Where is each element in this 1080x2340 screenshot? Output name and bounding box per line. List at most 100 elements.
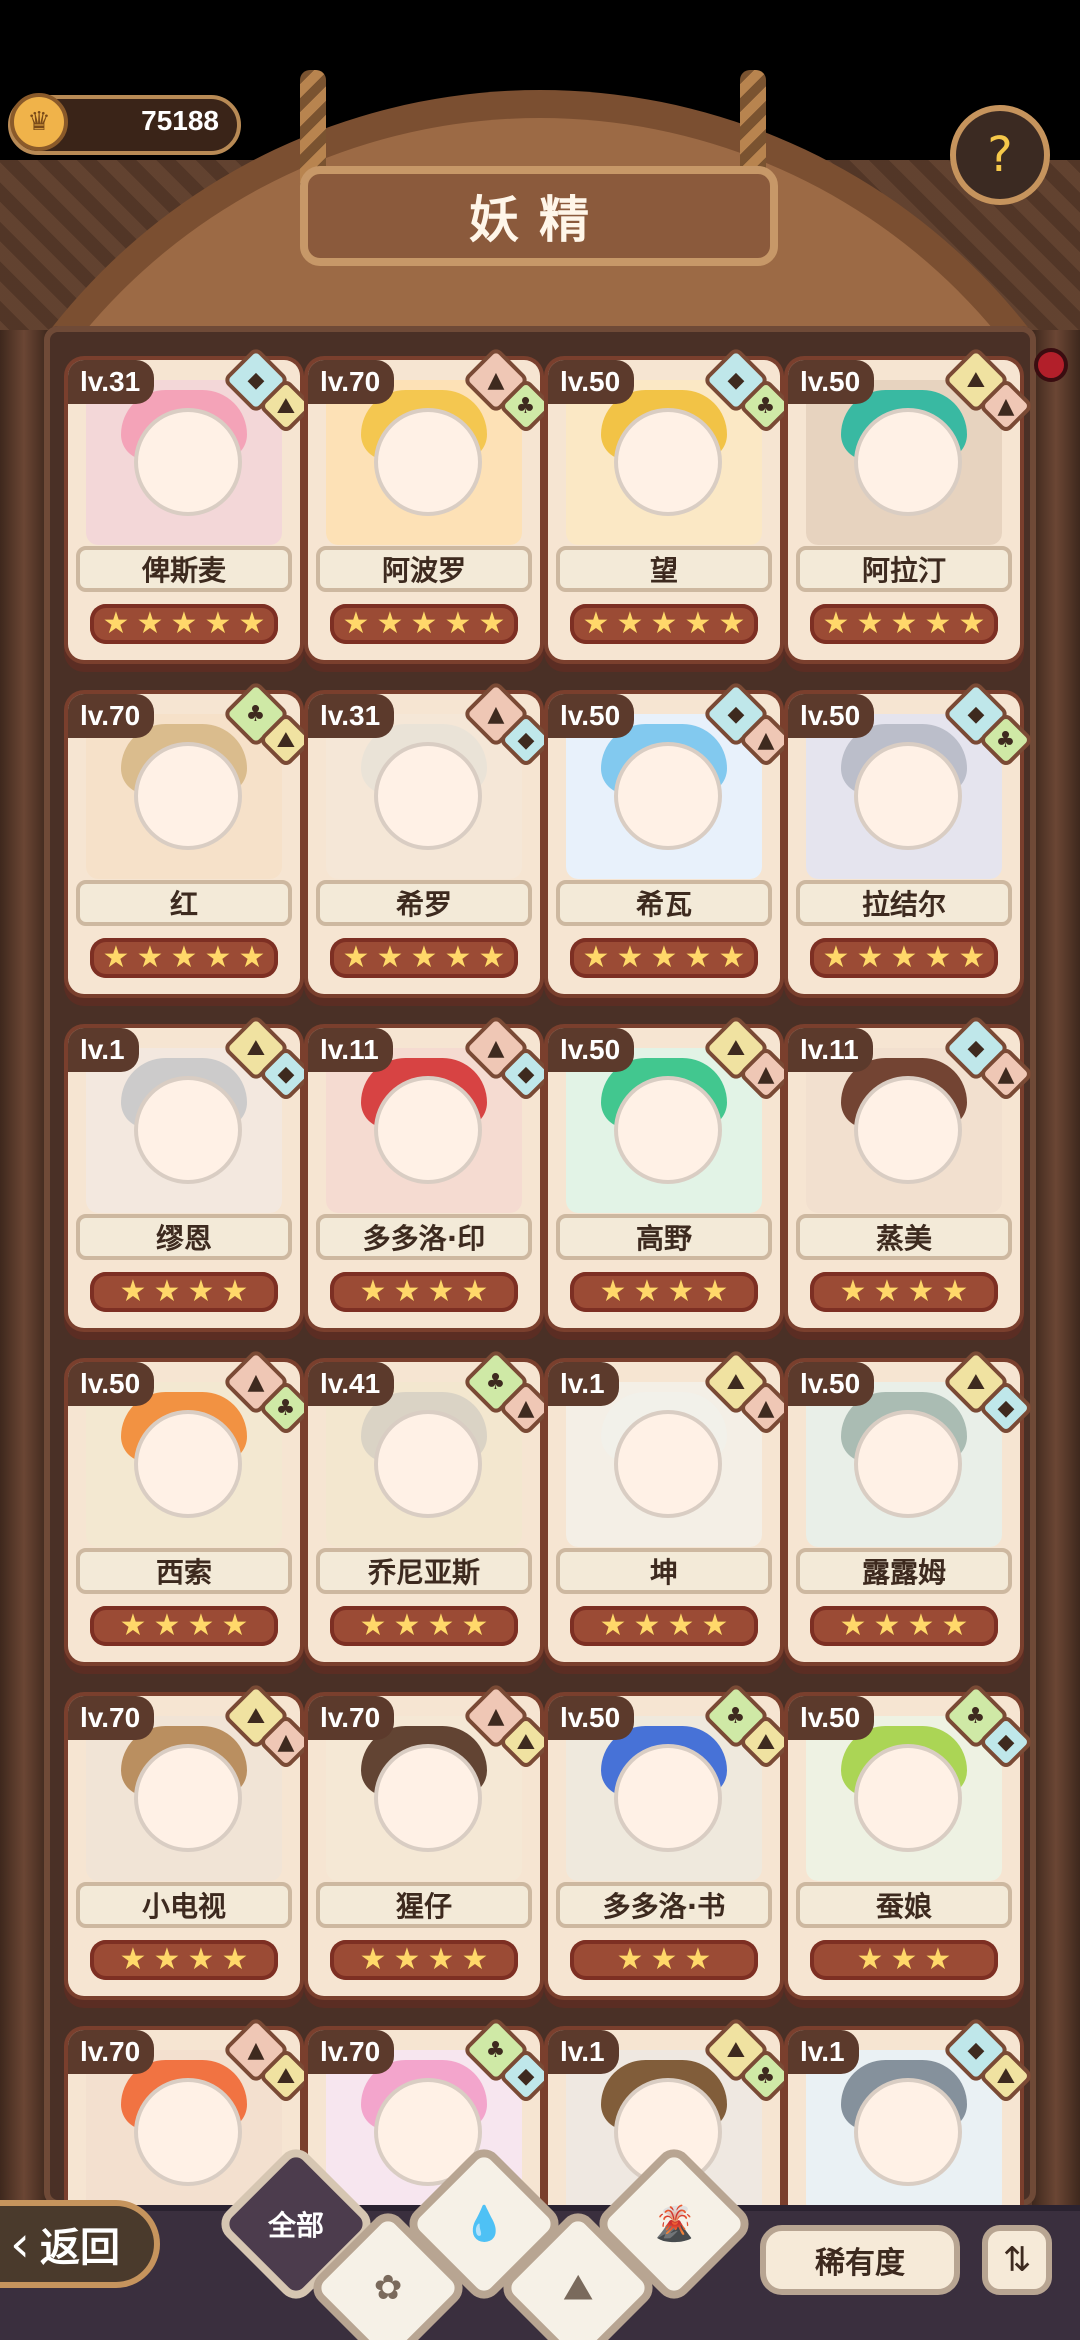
fairy-card[interactable]: lv.1 ◆ ⛰ [788, 2016, 1035, 2206]
fairy-name-banner: 缪恩 [76, 1214, 292, 1260]
fairy-card[interactable]: lv.1 ⛰ ▲ 坤 ★ ★ ★ ★ [548, 1348, 795, 1662]
fairy-name: 俾斯麦 [141, 554, 226, 587]
water-element-icon-glyph: ◆ [247, 367, 265, 393]
mountain-element-icon-glyph: ⛰ [516, 1729, 536, 1755]
screen: ♛ 75188 ? 妖精 lv.31 ◆ ⛰ 俾斯麦 ★ ★ ★ ★ ★ lv.70 ▲ ♣ 阿波罗 ★ ★… [0, 0, 1080, 2340]
volcano-element-icon-glyph: ▲ [757, 727, 775, 753]
water-element-icon-glyph: ◆ [517, 1061, 535, 1087]
star-icon: ★ [667, 1274, 695, 1309]
fairy-name: 阿拉汀 [861, 554, 946, 587]
fairy-level: lv.50 [788, 694, 875, 738]
fairy-card[interactable]: lv.50 ▲ ♣ 西索 ★ ★ ★ ★ [68, 1348, 315, 1662]
fairy-name: 希罗 [395, 888, 452, 921]
leaf-icon: ✿ [373, 2268, 403, 2308]
star-icon: ★ [599, 1608, 627, 1643]
fairy-name-banner: 猩仔 [316, 1882, 532, 1928]
star-icon: ★ [822, 606, 850, 641]
fairy-card[interactable]: lv.1 ⛰ ◆ 缪恩 ★ ★ ★ ★ [68, 1014, 315, 1328]
chevron-left-icon: ‹ [10, 2215, 30, 2273]
rarity-label: 稀有度 [815, 2246, 905, 2281]
mountain-element-icon-glyph: ⛰ [246, 1035, 266, 1061]
fairy-name: 红 [169, 888, 198, 921]
currency-display: ♛ 75188 [8, 93, 241, 155]
fairy-card[interactable]: lv.70 ♣ ⛰ 红 ★ ★ ★ ★ ★ [68, 680, 315, 994]
rarity-sort-button[interactable]: 稀有度 [760, 2225, 960, 2295]
fairy-card[interactable]: lv.11 ▲ ◆ 多多洛·印 ★ ★ ★ ★ [308, 1014, 555, 1328]
star-icon: ★ [187, 1274, 215, 1309]
star-icon: ★ [461, 1274, 489, 1309]
currency-value: 75188 [141, 105, 219, 136]
star-icon: ★ [204, 606, 232, 641]
fairy-level: lv.50 [548, 360, 635, 404]
star-icon: ★ [633, 1608, 661, 1643]
mountain-element-icon-glyph: ⛰ [966, 367, 986, 393]
fairy-level: lv.1 [788, 2030, 859, 2074]
star-icon: ★ [856, 606, 884, 641]
page-title: 妖精 [469, 190, 609, 249]
mountain-element-icon-glyph: ⛰ [276, 2063, 296, 2089]
fairy-level: lv.50 [548, 1696, 635, 1740]
star-icon: ★ [410, 940, 438, 975]
fairy-card[interactable]: lv.41 ♣ ▲ 乔尼亚斯 ★ ★ ★ ★ [308, 1348, 555, 1662]
star-icon: ★ [359, 1274, 387, 1309]
fairy-card[interactable]: lv.50 ◆ ♣ 望 ★ ★ ★ ★ ★ [548, 346, 795, 660]
fairy-card[interactable]: lv.11 ◆ ▲ 蒸美 ★ ★ ★ ★ [788, 1014, 1035, 1328]
help-button[interactable]: ? [950, 105, 1050, 205]
crown-coin-icon: ♛ [10, 93, 68, 151]
portrait-face [614, 1744, 722, 1852]
fairy-card[interactable]: lv.50 ⛰ ▲ 阿拉汀 ★ ★ ★ ★ ★ [788, 346, 1035, 660]
star-icon: ★ [839, 1608, 867, 1643]
sort-icon: ⇅ [1002, 2240, 1032, 2280]
fairy-level: lv.11 [308, 1028, 393, 1072]
volcano-element-icon-glyph: ▲ [997, 1061, 1015, 1087]
fairy-card[interactable]: lv.50 ⛰ ◆ 露露姆 ★ ★ ★ ★ [788, 1348, 1035, 1662]
fairy-stars: ★ ★ ★ ★ ★ [90, 938, 278, 978]
fairy-card[interactable]: lv.50 ◆ ▲ 希瓦 ★ ★ ★ ★ ★ [548, 680, 795, 994]
star-icon: ★ [153, 1608, 181, 1643]
fairy-card[interactable]: lv.31 ◆ ⛰ 俾斯麦 ★ ★ ★ ★ ★ [68, 346, 315, 660]
fairy-stars: ★ ★ ★ [570, 1940, 758, 1980]
fairy-level: lv.70 [68, 694, 155, 738]
star-icon: ★ [478, 606, 506, 641]
fairy-card[interactable]: lv.50 ♣ ⛰ 多多洛·书 ★ ★ ★ [548, 1682, 795, 1996]
fairy-name: 多多洛·印 [362, 1222, 486, 1255]
fairy-level: lv.70 [308, 1696, 395, 1740]
star-icon: ★ [376, 606, 404, 641]
fairy-card[interactable]: lv.50 ⛰ ▲ 高野 ★ ★ ★ ★ [548, 1014, 795, 1328]
star-icon: ★ [359, 1942, 387, 1977]
fairy-level: lv.70 [308, 2030, 395, 2074]
fairy-grid[interactable]: lv.31 ◆ ⛰ 俾斯麦 ★ ★ ★ ★ ★ lv.70 ▲ ♣ 阿波罗 ★ ★ ★ ★ ★ lv.50 ◆ ♣ 望 ★ ★… [44, 326, 1036, 2206]
star-icon: ★ [204, 940, 232, 975]
fairy-card[interactable]: lv.50 ◆ ♣ 拉结尔 ★ ★ ★ ★ ★ [788, 680, 1035, 994]
fairy-level: lv.70 [68, 2030, 155, 2074]
fairy-grid-panel[interactable]: lv.31 ◆ ⛰ 俾斯麦 ★ ★ ★ ★ ★ lv.70 ▲ ♣ 阿波罗 ★ ★ ★ ★ ★ lv.50 ◆ ♣ 望 ★ ★… [44, 326, 1036, 2206]
fairy-stars: ★ ★ ★ ★ ★ [90, 604, 278, 644]
back-button[interactable]: ‹ 返回 [0, 2200, 160, 2288]
sort-order-button[interactable]: ⇅ [982, 2225, 1052, 2295]
star-icon: ★ [119, 1274, 147, 1309]
star-icon: ★ [839, 1274, 867, 1309]
ladybug-icon [1034, 348, 1068, 382]
fairy-level: lv.41 [308, 1362, 395, 1406]
star-icon: ★ [907, 1608, 935, 1643]
water-element-icon-glyph: ◆ [997, 1729, 1015, 1755]
fairy-card[interactable]: lv.31 ▲ ◆ 希罗 ★ ★ ★ ★ ★ [308, 680, 555, 994]
fairy-card[interactable]: lv.70 ⛰ ▲ 小电视 ★ ★ ★ ★ [68, 1682, 315, 1996]
star-icon: ★ [890, 606, 918, 641]
star-icon: ★ [478, 940, 506, 975]
portrait-face [854, 408, 962, 516]
fairy-name-banner: 小电视 [76, 1882, 292, 1928]
fairy-stars: ★ ★ ★ ★ ★ [330, 938, 518, 978]
fairy-level: lv.50 [788, 1696, 875, 1740]
fairy-card[interactable]: lv.70 ▲ ⛰ 猩仔 ★ ★ ★ ★ [308, 1682, 555, 1996]
fairy-name-banner: 多多洛·印 [316, 1214, 532, 1260]
water-element-icon-glyph: ◆ [727, 701, 745, 727]
fairy-level: lv.11 [788, 1028, 873, 1072]
star-icon: ★ [393, 1942, 421, 1977]
fairy-card[interactable]: lv.50 ♣ ◆ 蚕娘 ★ ★ ★ [788, 1682, 1035, 1996]
fairy-card[interactable]: lv.70 ▲ ♣ 阿波罗 ★ ★ ★ ★ ★ [308, 346, 555, 660]
fairy-name: 多多洛·书 [602, 1890, 726, 1923]
portrait-face [134, 742, 242, 850]
fairy-stars: ★ ★ ★ ★ [810, 1272, 998, 1312]
mountain-element-icon-glyph: ⛰ [996, 2063, 1016, 2089]
